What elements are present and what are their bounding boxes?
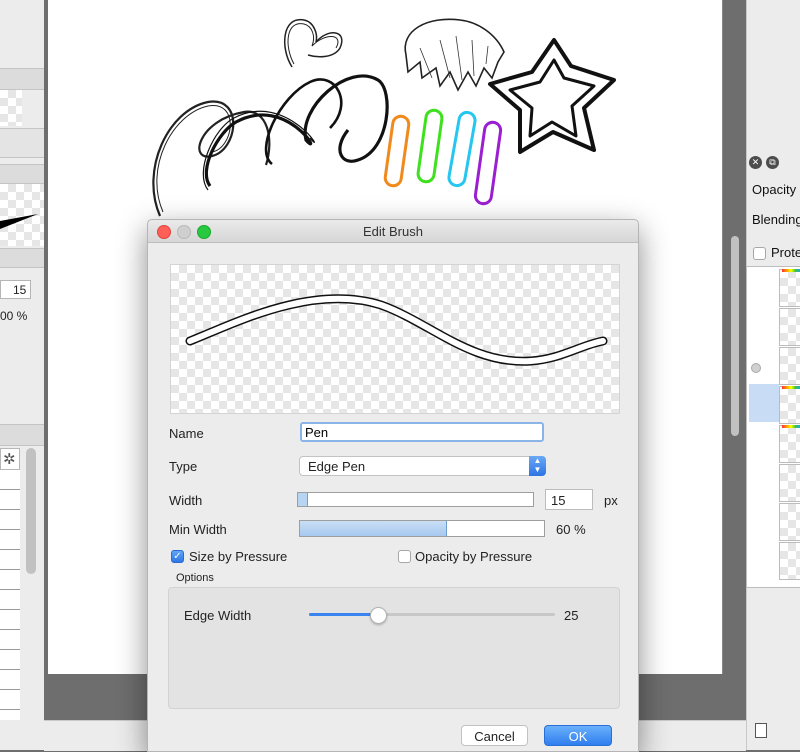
color-indicator	[782, 425, 800, 428]
width-unit: px	[604, 493, 618, 508]
type-select[interactable]: Edge Pen ▲ ▼	[299, 456, 546, 476]
protect-checkbox[interactable]	[753, 247, 766, 260]
min-width-label: Min Width	[169, 522, 227, 537]
edge-width-slider-knob[interactable]	[370, 607, 387, 624]
layer-thumbnail[interactable]	[779, 269, 800, 307]
left-opacity-value: 00 %	[0, 309, 28, 323]
left-panel-header	[0, 248, 44, 268]
name-input[interactable]	[300, 422, 544, 442]
edge-width-slider[interactable]	[309, 607, 555, 624]
size-by-pressure-checkbox[interactable]: ✓	[171, 550, 184, 563]
width-label: Width	[169, 493, 203, 508]
edge-width-label: Edge Width	[184, 608, 252, 623]
ok-button[interactable]: OK	[544, 725, 612, 746]
layer-thumbnail[interactable]	[779, 425, 800, 463]
layer-thumbnail[interactable]	[779, 542, 800, 580]
type-selected-value: Edge Pen	[308, 459, 366, 474]
left-panel-header	[0, 424, 44, 446]
edge-width-slider-fill	[309, 613, 378, 616]
width-slider[interactable]	[297, 492, 534, 507]
canvas-scrollbar[interactable]	[731, 236, 739, 436]
close-icon[interactable]: ✕	[749, 156, 762, 169]
opacity-label: Opacity	[752, 182, 797, 197]
edge-width-value: 25	[564, 608, 579, 623]
left-list	[0, 470, 20, 720]
opacity-by-pressure-label: Opacity by Pressure	[415, 549, 533, 564]
options-label: Options	[176, 572, 214, 584]
chevron-updown-icon: ▲ ▼	[529, 456, 546, 476]
blending-label: Blending	[752, 212, 800, 227]
collapse-icon[interactable]: ⧉	[766, 156, 779, 169]
left-scrollbar[interactable]	[26, 448, 36, 574]
layer-thumbnail[interactable]	[779, 308, 800, 346]
new-layer-icon[interactable]	[755, 723, 767, 738]
gear-icon[interactable]: ✲	[3, 450, 16, 468]
layer-thumbnail[interactable]	[779, 386, 800, 424]
layer-thumbnail[interactable]	[779, 503, 800, 541]
protect-label: Prote	[771, 245, 800, 260]
left-panel-button[interactable]	[0, 128, 44, 158]
brush-stroke-preview	[170, 264, 620, 414]
options-group	[168, 587, 620, 709]
layer-visibility-icon[interactable]	[751, 363, 761, 373]
cancel-button[interactable]: Cancel	[461, 725, 528, 746]
layer-thumbnail[interactable]	[779, 347, 800, 385]
name-label: Name	[169, 426, 204, 441]
width-slider-fill	[298, 493, 308, 506]
type-label: Type	[169, 459, 198, 474]
dialog-titlebar: Edit Brush	[148, 220, 638, 243]
left-size-field[interactable]: 15	[0, 280, 31, 299]
color-indicator	[782, 386, 800, 389]
left-panel-header	[0, 164, 44, 184]
color-indicator	[782, 269, 800, 272]
size-by-pressure-label: Size by Pressure	[189, 549, 288, 564]
brush-preview-thumbnail	[0, 90, 22, 126]
selected-layer-row[interactable]	[749, 384, 779, 422]
opacity-by-pressure-checkbox[interactable]	[398, 550, 411, 563]
brush-shape-preview	[0, 184, 44, 246]
min-width-value: 60 %	[556, 522, 586, 537]
min-width-slider-fill	[300, 521, 447, 536]
left-panel-header	[0, 68, 44, 90]
edit-brush-dialog: Edit Brush Name Type Edge Pen ▲▼ Width 1…	[147, 219, 639, 752]
layer-list	[746, 266, 800, 588]
dialog-title: Edit Brush	[363, 224, 423, 239]
width-field[interactable]: 15	[545, 489, 593, 510]
min-width-slider[interactable]	[299, 520, 545, 537]
layer-thumbnail[interactable]	[779, 464, 800, 502]
left-tool-panel: 15 00 % ✲	[0, 0, 44, 750]
